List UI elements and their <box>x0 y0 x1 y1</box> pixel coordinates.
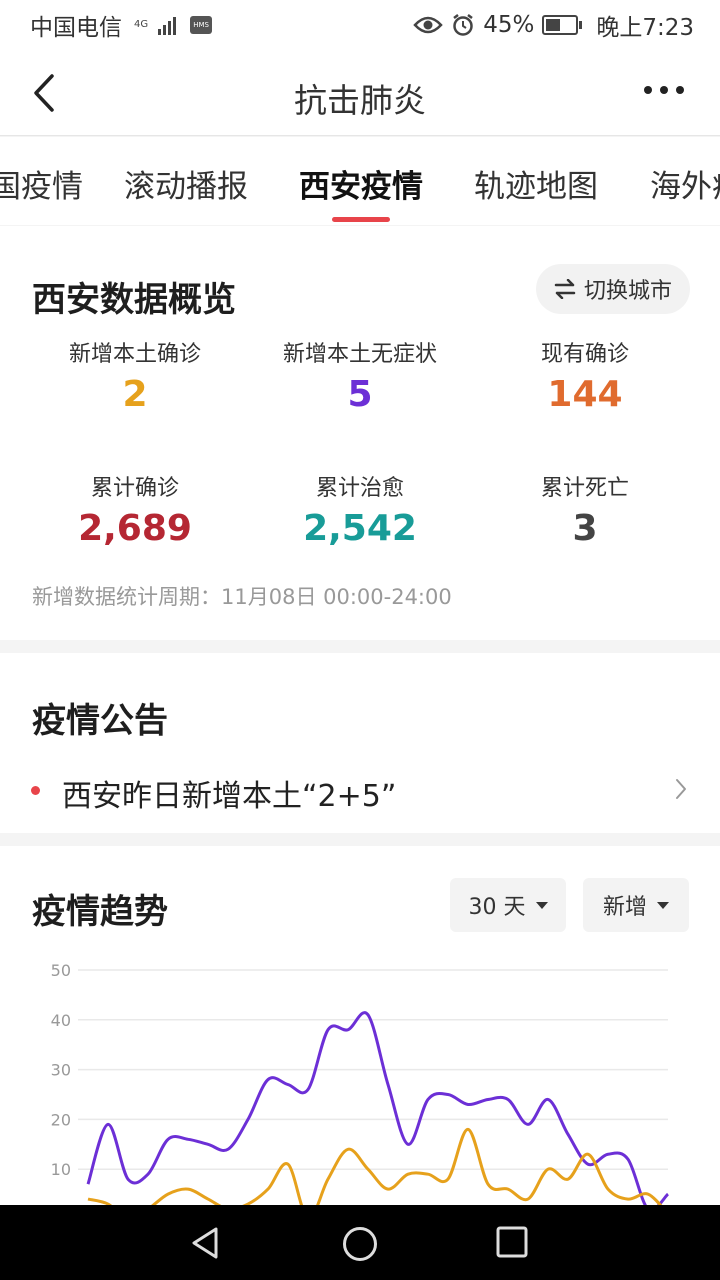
hms-icon: HMS <box>190 16 213 34</box>
screen: 中国电信 4G HMS 45% 晚上7:23 抗击肺炎 国疫情 滚动播报 西安疫… <box>0 0 720 1280</box>
network-type: 4G <box>134 19 149 30</box>
signal-icon <box>158 15 177 35</box>
alarm-icon <box>453 14 473 36</box>
stat-label: 现有确诊 <box>540 342 629 367</box>
stat-total-recovered: 累计治愈 2,542 <box>250 470 470 549</box>
tab-track-map[interactable]: 轨迹地图 <box>474 161 598 206</box>
stat-value: 2 <box>122 374 148 415</box>
series-line-1 <box>87 1127 664 1206</box>
range-dropdown-label: 30 天 <box>468 895 526 920</box>
stat-value: 2,689 <box>78 508 192 549</box>
stat-new-local-asymptomatic: 新增本土无症状 5 <box>250 336 470 415</box>
swap-icon <box>554 279 576 299</box>
nav-bar: 抗击肺炎 <box>0 50 720 136</box>
stat-total-deaths: 累计死亡 3 <box>475 470 695 549</box>
battery-icon <box>542 15 583 35</box>
active-tab-indicator <box>332 217 390 222</box>
tab-bar: 国疫情 滚动播报 西安疫情 轨迹地图 海外疫 <box>0 137 720 225</box>
stat-total-confirmed: 累计确诊 2,689 <box>25 470 245 549</box>
chevron-right-icon <box>676 779 686 799</box>
caret-down-icon <box>535 901 548 909</box>
y-tick-label: 30 <box>51 1061 71 1080</box>
y-tick-label: 50 <box>51 961 71 980</box>
notice-card: 疫情公告 西安昨日新增本土“2+5” <box>0 653 720 833</box>
bullet-dot <box>31 786 40 795</box>
trend-card: 疫情趋势 30 天 新增 50 40 30 20 10 <box>0 846 720 1206</box>
trend-title: 疫情趋势 <box>32 892 168 932</box>
stat-value: 144 <box>547 374 623 415</box>
switch-city-button[interactable]: 切换城市 <box>535 264 690 314</box>
mode-dropdown-label: 新增 <box>602 895 647 920</box>
tab-live-updates[interactable]: 滚动播报 <box>124 161 248 206</box>
eye-icon <box>413 16 443 34</box>
y-tick-label: 20 <box>51 1110 71 1129</box>
stat-label: 累计死亡 <box>540 476 629 501</box>
system-nav-bar <box>0 1205 720 1280</box>
nav-recents-icon[interactable] <box>495 1225 529 1259</box>
y-tick-label: 40 <box>51 1011 71 1030</box>
notice-item-text: 西安昨日新增本土“2+5” <box>62 779 397 814</box>
stat-value: 5 <box>347 374 373 415</box>
range-dropdown[interactable]: 30 天 <box>450 878 566 932</box>
stat-current-confirmed: 现有确诊 144 <box>475 336 695 415</box>
stat-new-local-confirmed: 新增本土确诊 2 <box>25 336 245 415</box>
y-tick-label: 10 <box>51 1160 71 1179</box>
overview-card: 西安数据概览 切换城市 新增本土确诊 2 新增本土无症状 5 现有确诊 144 … <box>0 226 720 640</box>
stat-label: 新增本土无症状 <box>282 342 437 367</box>
tab-xian[interactable]: 西安疫情 <box>299 161 423 206</box>
switch-city-label: 切换城市 <box>583 279 672 304</box>
tab-overseas[interactable]: 海外疫 <box>650 161 720 206</box>
trend-line-chart: 50 40 30 20 10 <box>51 961 670 1206</box>
notice-title: 疫情公告 <box>32 701 168 741</box>
clock: 晚上7:23 <box>596 15 694 41</box>
caret-down-icon <box>657 901 669 909</box>
status-bar: 中国电信 4G HMS 45% 晚上7:23 <box>0 0 720 50</box>
tab-national[interactable]: 国疫情 <box>0 161 83 206</box>
mode-dropdown[interactable]: 新增 <box>583 878 689 932</box>
more-icon[interactable] <box>644 80 686 100</box>
series-line-0 <box>86 1011 670 1206</box>
page-title: 抗击肺炎 <box>294 81 426 120</box>
notice-item[interactable]: 西安昨日新增本土“2+5” <box>0 765 720 815</box>
stat-value: 2,542 <box>303 508 417 549</box>
stat-label: 累计治愈 <box>315 476 404 501</box>
nav-back-icon[interactable] <box>188 1225 224 1261</box>
battery-percent: 45% <box>483 12 535 38</box>
stat-value: 3 <box>572 508 598 549</box>
stat-label: 累计确诊 <box>90 476 179 501</box>
overview-title: 西安数据概览 <box>32 280 236 320</box>
stat-label: 新增本土确诊 <box>68 342 201 367</box>
carrier-label: 中国电信 <box>30 15 122 41</box>
nav-home-icon[interactable] <box>341 1225 379 1263</box>
stats-period-note: 新增数据统计周期：11月08日 00:00-24:00 <box>32 585 452 609</box>
